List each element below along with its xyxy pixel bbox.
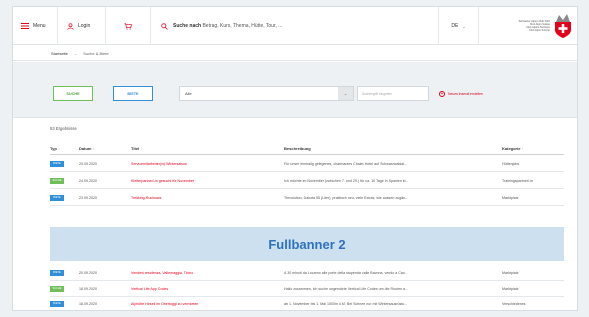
col-typ-label: Typ (50, 146, 57, 151)
new-listing-button[interactable]: + Neues Inserat erstellen (439, 89, 483, 99)
fullbanner-ad[interactable]: Fullbanner 2 (50, 227, 564, 261)
col-header-titel[interactable]: Titel ↕ (131, 146, 142, 151)
col-header-datum[interactable]: Datum ↕ (79, 146, 95, 151)
plus-circle-icon: + (439, 90, 445, 97)
breadcrumb: Startseite ⌄ Suche & Biete (13, 46, 577, 61)
results-count: 53 Ergebnisse (50, 126, 77, 131)
table-row[interactable]: BIETE 23.09.2020 Trekking-Rucksack Trevo… (50, 190, 564, 206)
row-date: 23.09.2020 (79, 196, 97, 200)
row-date: 18.09.2020 (79, 287, 97, 291)
sort-icon: ↕ (521, 146, 524, 151)
row-category: Hüttenjobs (502, 162, 520, 166)
language-value: DE (451, 23, 459, 29)
type-badge: BIETE (50, 160, 64, 167)
language-select[interactable]: DE ⌄ (439, 7, 479, 45)
row-category: Trainingspartner/-in (502, 179, 534, 183)
chevron-down-icon: ⌄ (338, 87, 353, 100)
row-title-link[interactable]: Kletterpartner/-in gesucht für November (131, 179, 279, 183)
cart-icon (124, 22, 132, 30)
row-description: ab 1. November bis 1. Mai 1500m ü.M. Bei… (284, 302, 408, 306)
row-description: Trevolution, Dakota 55 (Liter), praktisc… (284, 196, 409, 200)
col-titel-label: Titel (131, 146, 140, 151)
row-date: 25.09.2020 (79, 162, 97, 166)
col-header-kategorie[interactable]: Kategorie ↕ (502, 146, 524, 151)
hamburger-icon (21, 23, 29, 29)
row-date: 20.09.2020 (79, 271, 97, 275)
row-description: A 30 minuti da Locarno alle porte della … (284, 271, 408, 275)
row-title-link[interactable]: Alphütte Hirseli im Obertoggi zu vermiet… (131, 302, 279, 306)
row-description: Ich möchte im November (zwischen 7. und … (284, 179, 409, 183)
search-icon (161, 22, 168, 30)
menu-button[interactable]: Menu (13, 7, 58, 45)
filter-search-input[interactable]: Suchbegriff eingeben (357, 86, 429, 101)
header: Menu Login Suche nach Betrag, Kurs, Them… (13, 7, 577, 45)
col-header-beschreibung[interactable]: Beschreibung (284, 146, 311, 151)
table-row[interactable]: BIETE 25.09.2020 Servicemitarbeiter(in) … (50, 156, 564, 172)
type-badge: BIETE (50, 269, 64, 276)
table-row[interactable]: SUCHE 18.09.2020 Vertical Life App Codes… (50, 281, 564, 297)
row-title-link[interactable]: Vendesi residenza, Vallemaggia, Ticino (131, 271, 279, 275)
header-search[interactable]: Suche nach Betrag, Kurs, Thema, Hütte, T… (151, 7, 439, 45)
cart-button[interactable] (106, 7, 151, 45)
category-select[interactable]: Alle ⌄ (179, 86, 354, 101)
row-category: Marktplatz (502, 287, 519, 291)
new-listing-label: Neues Inserat erstellen (448, 92, 483, 96)
login-label: Login (78, 23, 91, 29)
chevron-down-icon: ⌄ (73, 50, 78, 56)
row-title-link[interactable]: Vertical Life App Codes (131, 287, 279, 291)
row-description: Für unser einmalig gelegenes, charmantes… (284, 162, 408, 166)
filter-bar: SUCHE BIETE Alle ⌄ Suchbegriff eingeben … (13, 62, 577, 118)
table-row[interactable]: SUCHE 24.09.2020 Kletterpartner/-in gesu… (50, 173, 564, 189)
chevron-down-icon: ⌄ (462, 23, 466, 29)
col-datum-label: Datum (79, 146, 92, 151)
table-row[interactable]: BIETE 20.09.2020 Vendesi residenza, Vall… (50, 265, 564, 281)
breadcrumb-current[interactable]: Suche & Biete (83, 51, 108, 56)
filter-biete-button[interactable]: BIETE (113, 86, 153, 101)
row-date: 24.09.2020 (79, 179, 97, 183)
sort-icon: ↕ (140, 146, 143, 151)
page: Menu Login Suche nach Betrag, Kurs, Them… (12, 6, 578, 311)
sort-icon: ↕ (92, 146, 95, 151)
category-select-value: Alle (185, 91, 192, 96)
sort-icon: ↕ (57, 146, 60, 151)
col-kategorie-label: Kategorie (502, 146, 521, 151)
row-date: 18.09.2020 (79, 302, 97, 306)
row-category: Marktplatz (502, 271, 519, 275)
user-icon (67, 22, 74, 30)
breadcrumb-home[interactable]: Startseite (51, 51, 68, 56)
row-category: Verschiedenes (502, 302, 526, 306)
col-header-typ[interactable]: Typ ↕ (50, 146, 60, 151)
sac-logo[interactable]: Schweizer Alpen-Club SAC Club Alpin Suis… (479, 7, 577, 45)
sac-emblem-icon (555, 14, 571, 38)
row-title-link[interactable]: Trekking-Rucksack (131, 196, 279, 200)
search-label: Suche nach (173, 23, 202, 29)
row-description: Hallo zusammen, ich suche ungenutzte Ver… (284, 287, 409, 291)
type-badge: BIETE (50, 194, 64, 201)
table-row[interactable]: BIETE 18.09.2020 Alphütte Hirseli im Obe… (50, 296, 564, 310)
logo-text: Schweizer Alpen-Club SAC Club Alpin Suis… (518, 19, 550, 33)
type-badge: SUCHE (50, 285, 64, 292)
login-button[interactable]: Login (58, 7, 106, 45)
menu-label: Menu (33, 23, 46, 29)
row-title-link[interactable]: Servicemitarbeiter(in) Wintersaison (131, 162, 279, 166)
col-beschreibung-label: Beschreibung (284, 146, 311, 151)
table-header: Typ ↕ Datum ↕ Titel ↕ Beschreibung Kateg… (50, 143, 564, 155)
type-badge: BIETE (50, 300, 64, 307)
filter-suche-button[interactable]: SUCHE (53, 86, 93, 101)
search-input[interactable]: Suche nach Betrag, Kurs, Thema, Hütte, T… (173, 23, 282, 29)
search-placeholder: Betrag, Kurs, Thema, Hütte, Tour, ... (202, 23, 283, 29)
row-category: Marktplatz (502, 196, 519, 200)
type-badge: SUCHE (50, 177, 64, 184)
